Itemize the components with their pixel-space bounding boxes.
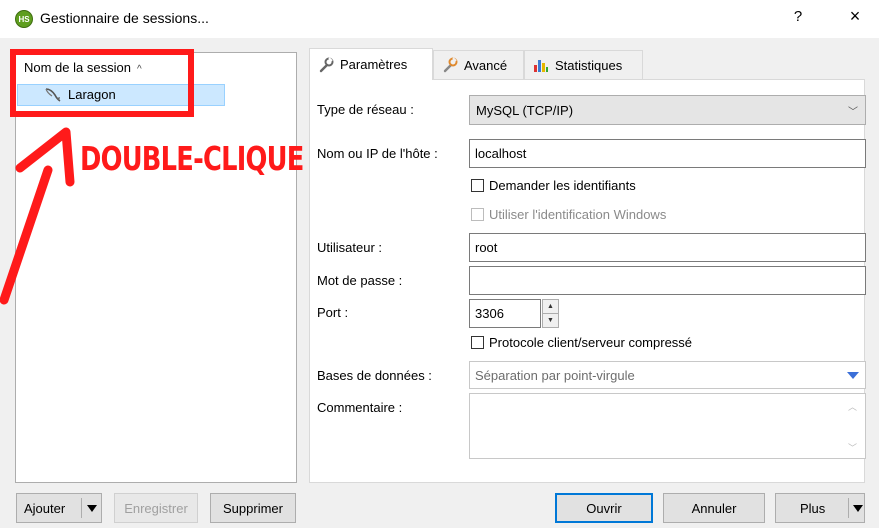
network-type-select[interactable]: MySQL (TCP/IP) xyxy=(469,95,866,125)
save-button-label: Enregistrer xyxy=(124,500,188,516)
dropdown-arrow-icon[interactable] xyxy=(846,370,860,380)
delete-button[interactable]: Supprimer xyxy=(210,493,296,523)
scroll-up-icon[interactable]: ︿ xyxy=(848,400,857,413)
dropdown-arrow-icon[interactable] xyxy=(853,505,863,512)
tab-avance[interactable]: Avancé xyxy=(433,50,524,79)
windows-auth-label: Utiliser l'identification Windows xyxy=(489,207,667,222)
databases-label: Bases de données : xyxy=(317,368,432,383)
annotation-highlight-box xyxy=(10,49,194,117)
add-button-label: Ajouter xyxy=(24,500,66,516)
tab-label: Paramètres xyxy=(340,57,408,72)
scroll-down-icon[interactable]: ﹀ xyxy=(848,441,857,454)
wrench-icon xyxy=(319,56,334,72)
decrement-arrow-icon[interactable]: ▼ xyxy=(543,314,558,327)
tab-label: Statistiques xyxy=(555,57,623,73)
tab-statistiques[interactable]: Statistiques xyxy=(524,50,643,79)
open-button[interactable]: Ouvrir xyxy=(555,493,653,523)
save-button[interactable]: Enregistrer xyxy=(114,493,198,523)
databases-input[interactable]: Séparation par point-virgule xyxy=(469,361,866,389)
databases-placeholder: Séparation par point-virgule xyxy=(475,367,635,383)
checkbox-box xyxy=(471,179,484,192)
more-button[interactable]: Plus xyxy=(775,493,865,523)
open-button-label: Ouvrir xyxy=(586,500,622,516)
port-input[interactable]: 3306 xyxy=(469,299,541,328)
bar-chart-icon xyxy=(534,60,548,72)
port-value: 3306 xyxy=(475,306,504,321)
checkbox-box xyxy=(471,336,484,349)
chevron-down-icon: ﹀ xyxy=(848,107,858,118)
password-label: Mot de passe : xyxy=(317,273,403,288)
tab-parametres[interactable]: Paramètres xyxy=(309,48,433,80)
host-value: localhost xyxy=(475,146,527,161)
cancel-button[interactable]: Annuler xyxy=(663,493,765,523)
delete-button-label: Supprimer xyxy=(223,500,283,516)
host-input[interactable]: localhost xyxy=(469,139,866,168)
split-divider xyxy=(81,498,82,518)
comment-label: Commentaire : xyxy=(317,400,403,415)
compressed-protocol-label: Protocole client/serveur compressé xyxy=(489,335,693,350)
checkbox-box xyxy=(471,208,484,221)
port-label: Port : xyxy=(317,305,349,320)
port-stepper[interactable]: ▲ ▼ xyxy=(542,299,559,328)
host-label: Nom ou IP de l'hôte : xyxy=(317,146,438,161)
annotation-text: DOUBLE-CLIQUE xyxy=(80,139,304,178)
comment-textarea[interactable] xyxy=(469,393,866,459)
user-input[interactable]: root xyxy=(469,233,866,262)
user-label: Utilisateur : xyxy=(317,240,383,255)
app-icon-text: HS xyxy=(18,14,30,24)
ask-credentials-checkbox[interactable]: Demander les identifiants xyxy=(471,178,636,193)
tab-label: Avancé xyxy=(464,57,508,73)
windows-auth-checkbox[interactable]: Utiliser l'identification Windows xyxy=(471,207,666,222)
network-type-label: Type de réseau : xyxy=(317,102,414,117)
user-value: root xyxy=(475,240,498,255)
more-button-label: Plus xyxy=(800,500,826,516)
heidisql-app-icon: HS xyxy=(15,10,33,28)
cancel-button-label: Annuler xyxy=(691,500,737,516)
wrench-icon xyxy=(443,57,458,73)
window-title: Gestionnaire de sessions... xyxy=(40,10,209,26)
ask-credentials-label: Demander les identifiants xyxy=(489,178,636,193)
password-input[interactable] xyxy=(469,266,866,295)
split-divider xyxy=(848,498,849,518)
add-button[interactable]: Ajouter xyxy=(16,493,102,523)
increment-arrow-icon[interactable]: ▲ xyxy=(543,300,558,314)
help-button[interactable]: ? xyxy=(788,8,808,25)
network-type-value: MySQL (TCP/IP) xyxy=(476,102,574,118)
compressed-protocol-checkbox[interactable]: Protocole client/serveur compressé xyxy=(471,335,692,350)
dropdown-arrow-icon[interactable] xyxy=(87,505,97,512)
close-button[interactable]: × xyxy=(843,6,867,27)
